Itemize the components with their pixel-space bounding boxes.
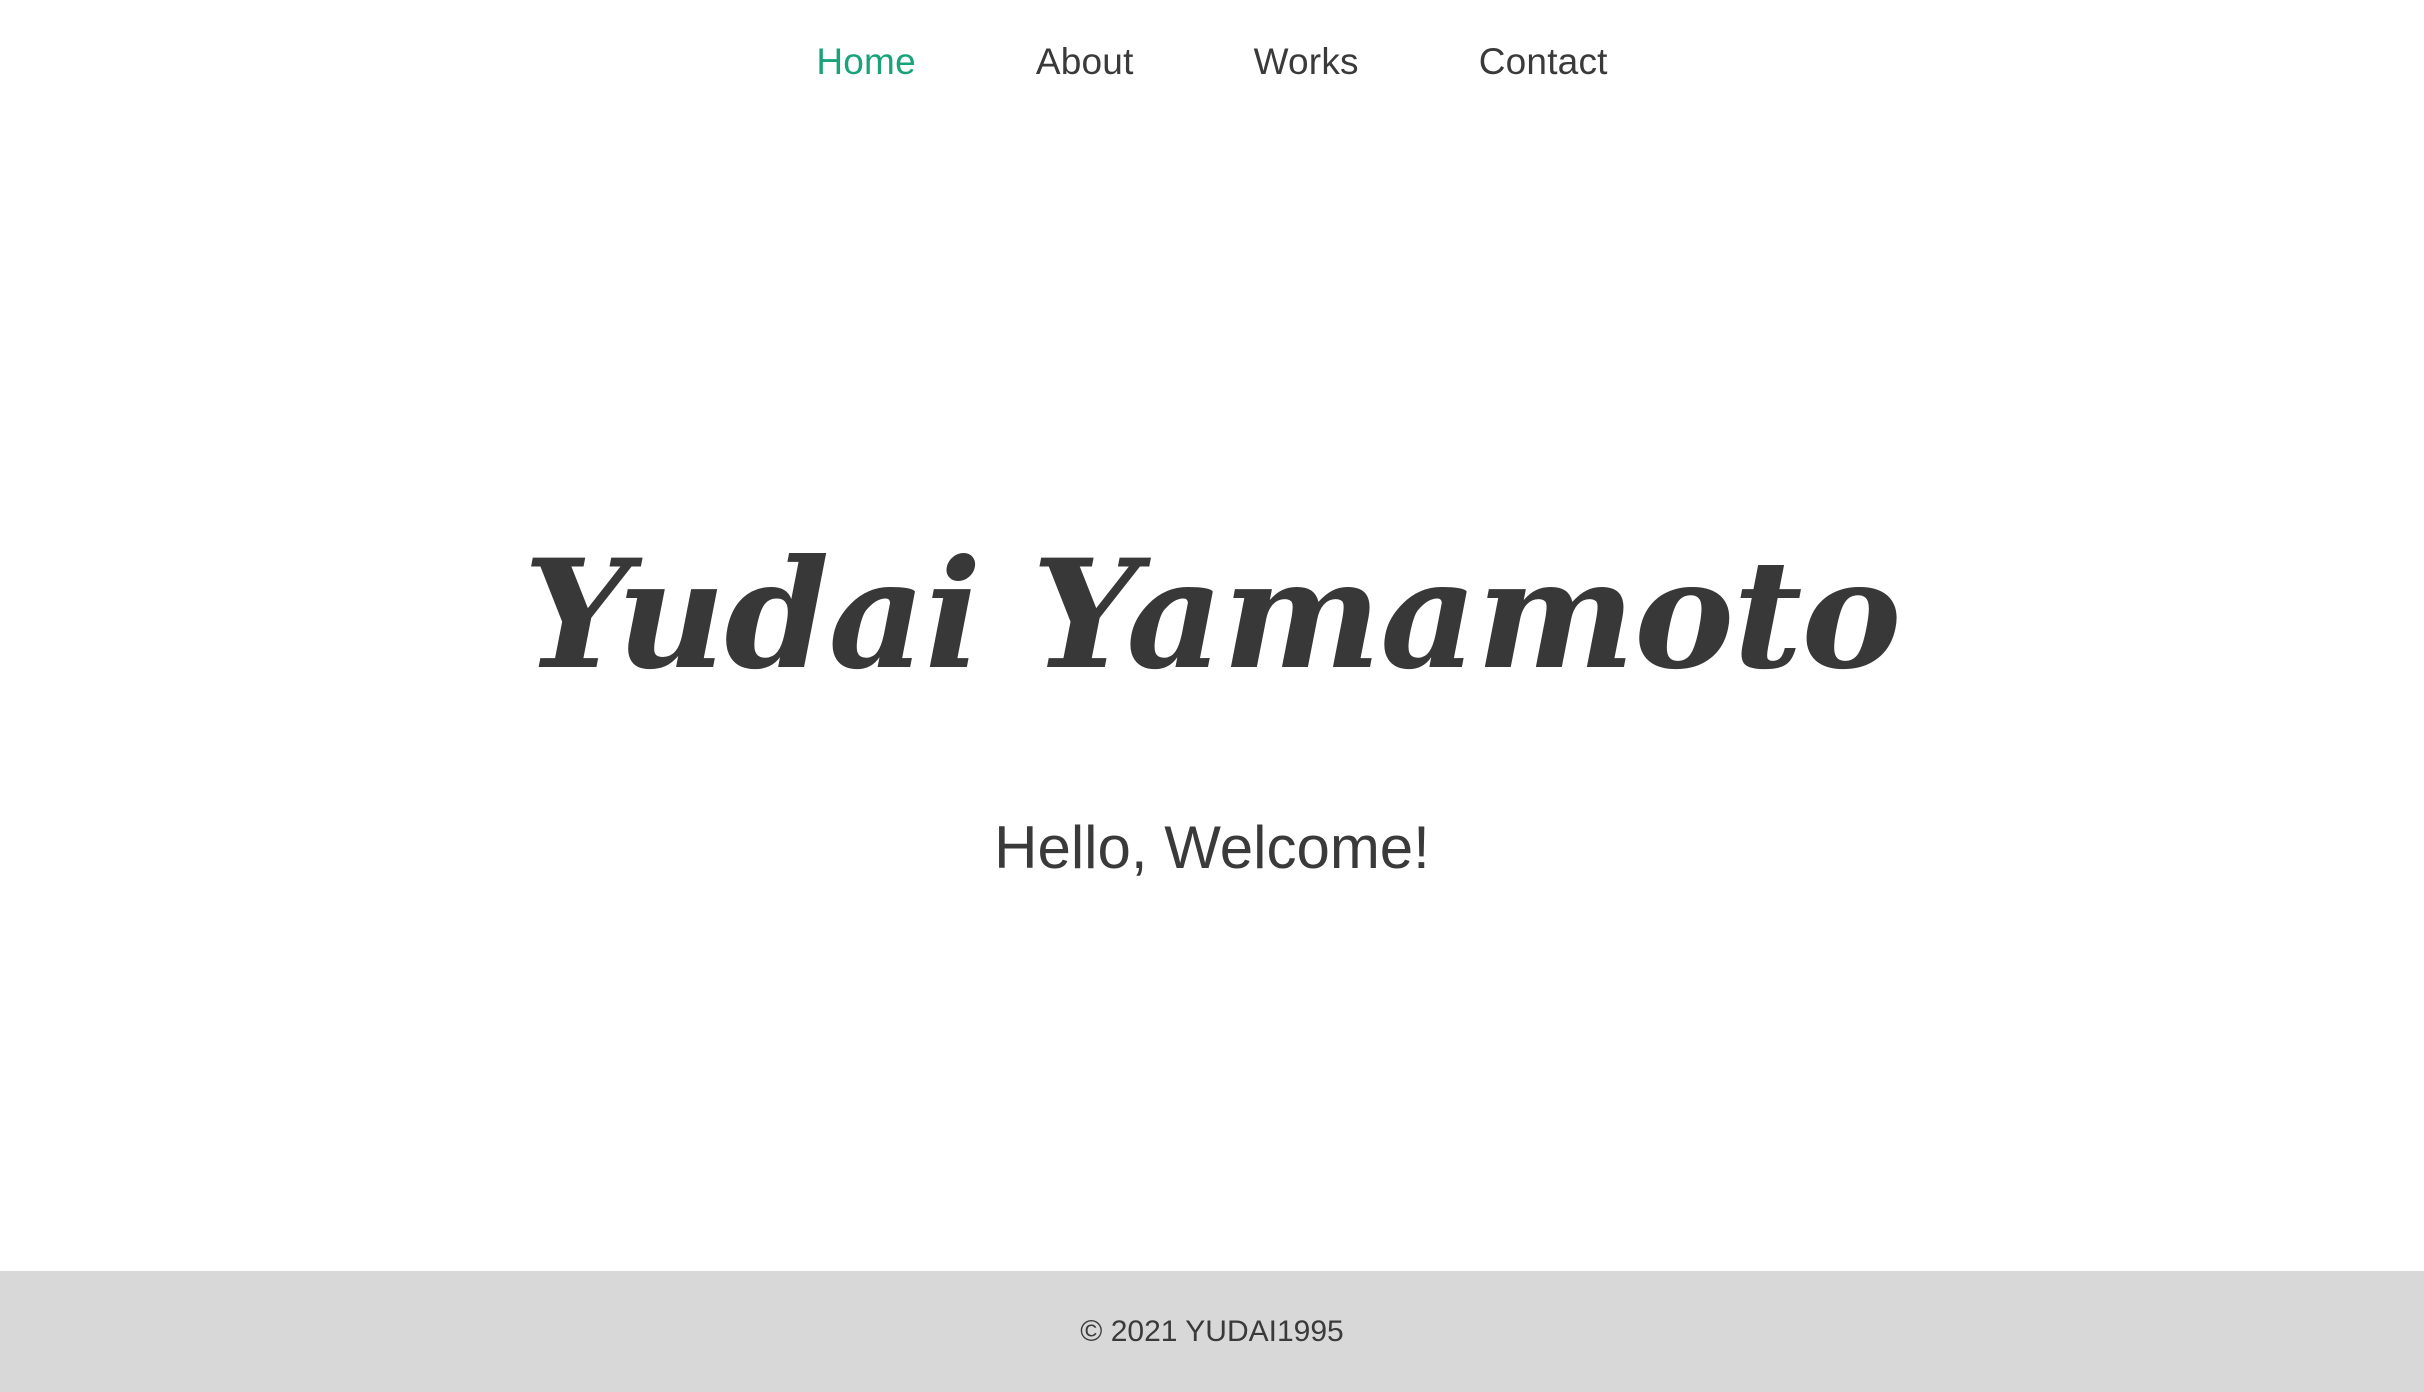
hero-subtitle: Hello, Welcome!	[994, 814, 1430, 881]
footer: © 2021 YUDAI1995	[0, 1271, 2424, 1392]
nav-item-about[interactable]: About	[1036, 41, 1134, 83]
nav-item-contact[interactable]: Contact	[1479, 41, 1608, 83]
page: Home About Works Contact Yudai Yamamoto …	[0, 0, 2424, 1392]
footer-copyright: © 2021 YUDAI1995	[1080, 1314, 1344, 1348]
hero-title: Yudai Yamamoto	[523, 527, 1901, 703]
nav-item-home[interactable]: Home	[816, 41, 916, 83]
nav-item-works[interactable]: Works	[1254, 41, 1359, 83]
top-nav: Home About Works Contact	[0, 0, 2424, 124]
